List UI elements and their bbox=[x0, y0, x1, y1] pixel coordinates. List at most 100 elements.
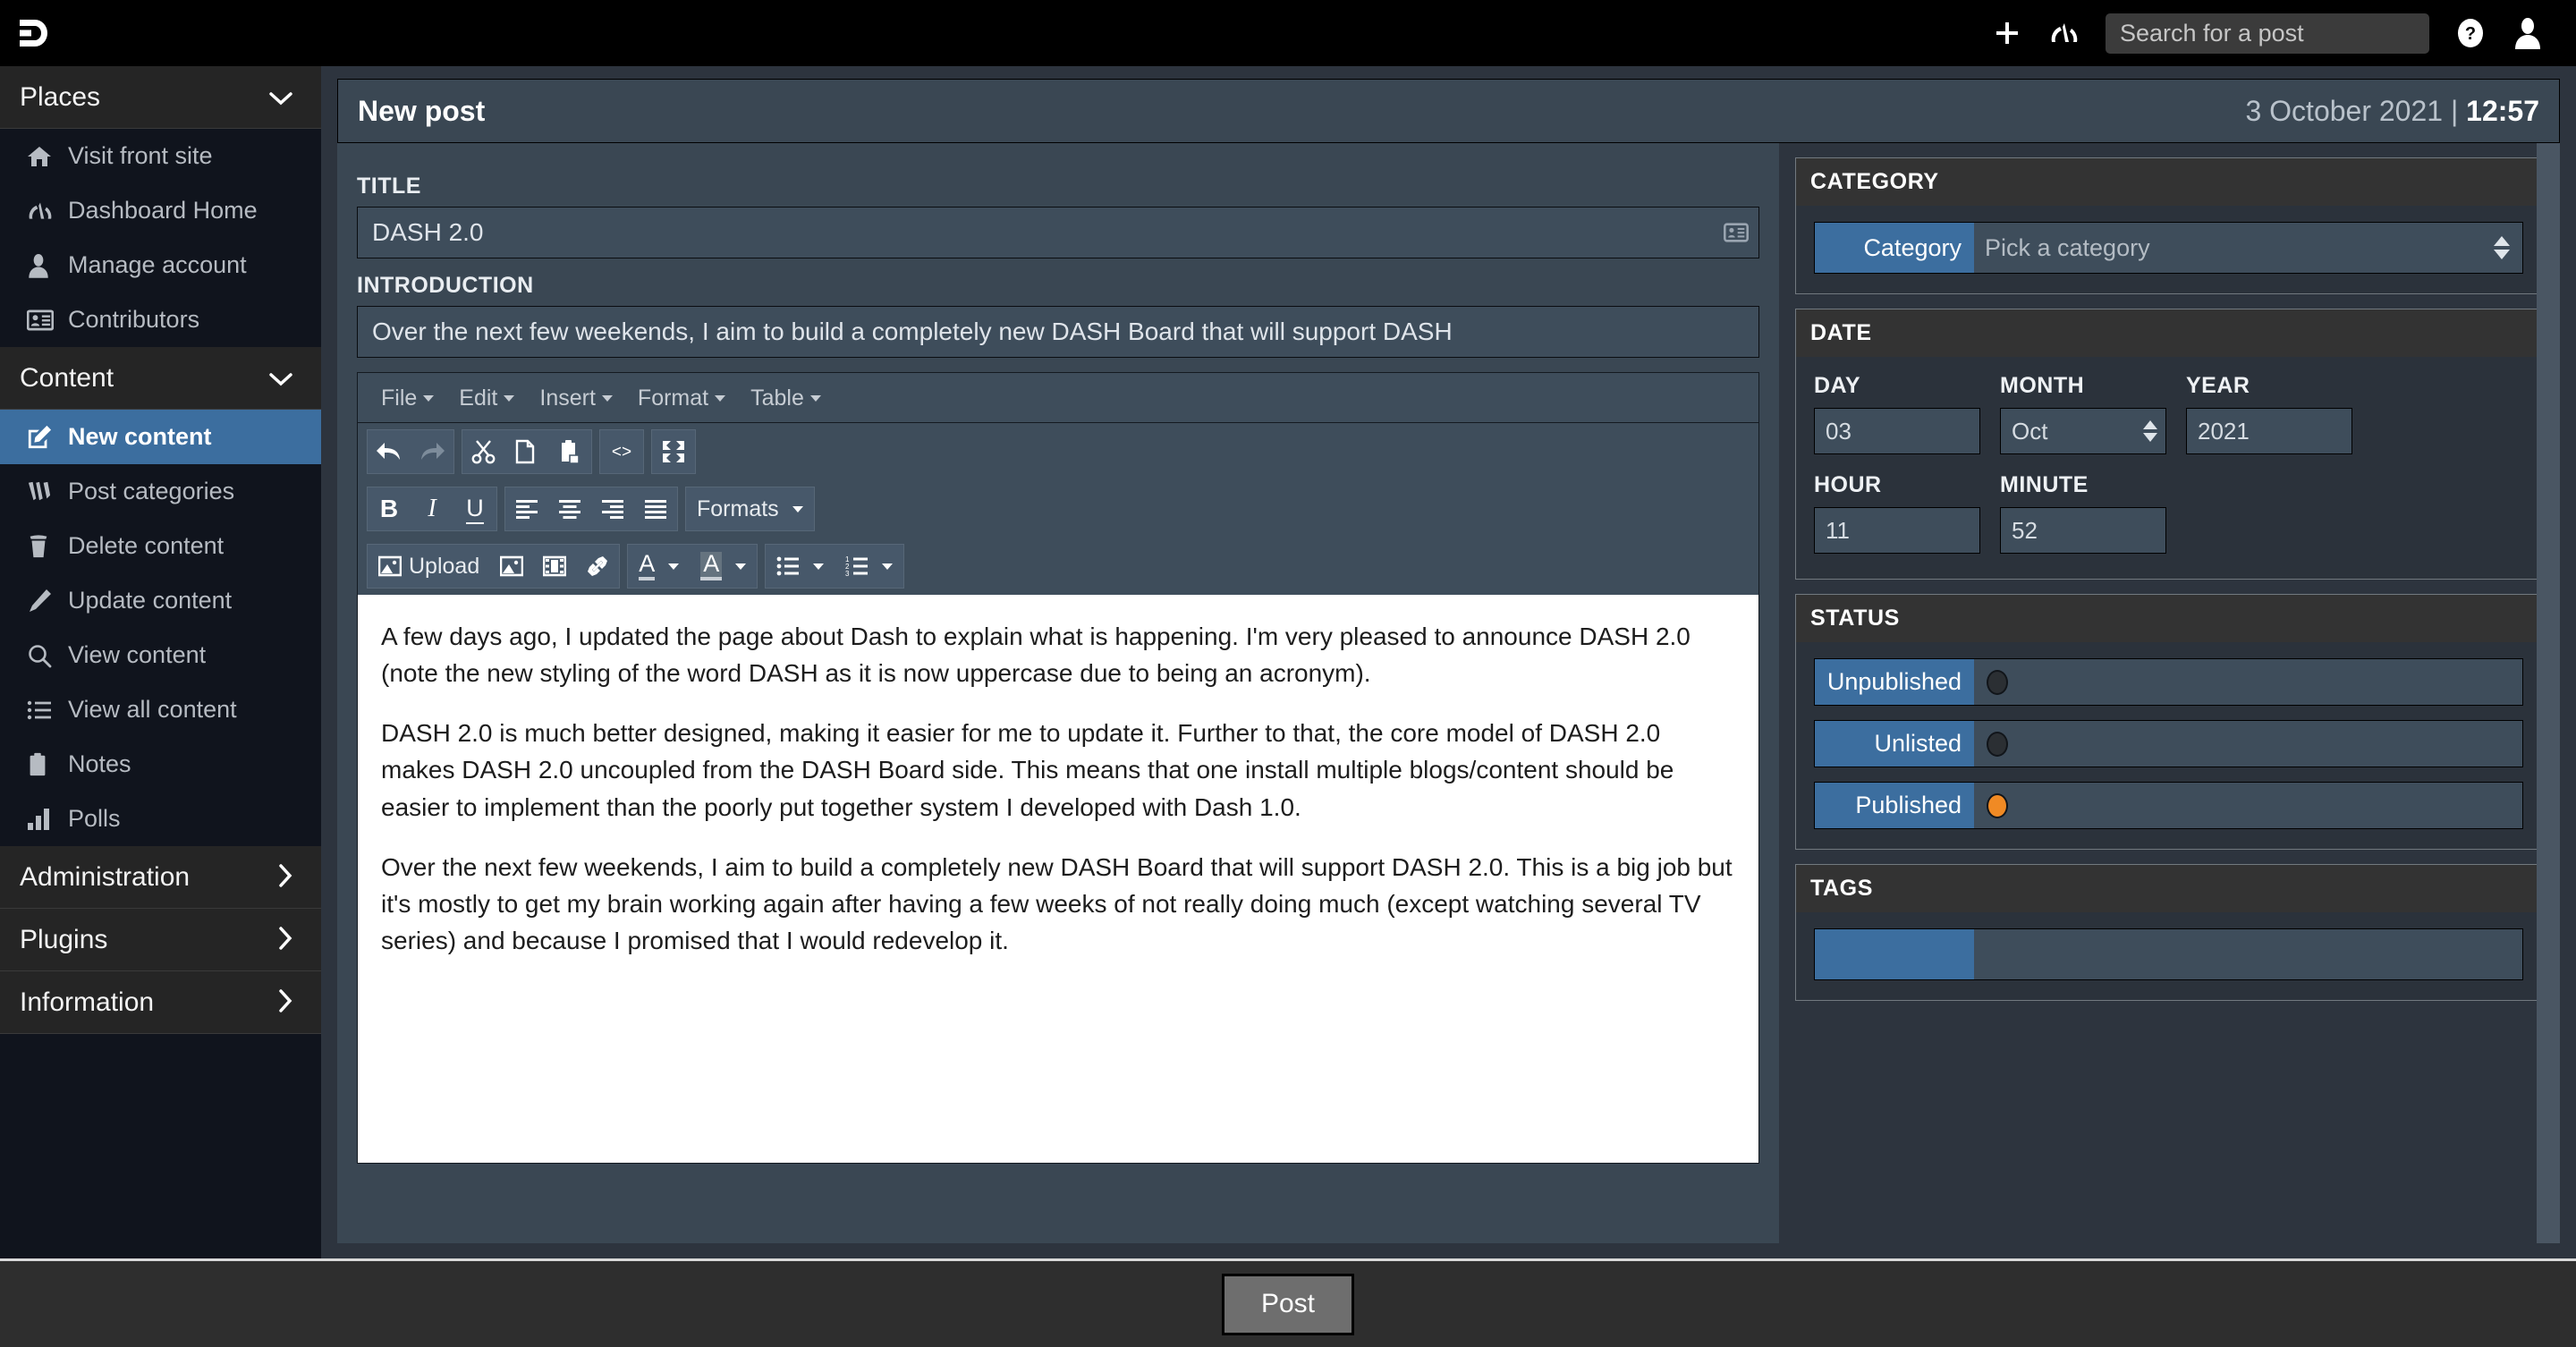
user-icon[interactable] bbox=[2499, 0, 2556, 66]
left-sidebar: Places Visit front site Dashboard Home bbox=[0, 66, 321, 1258]
sidebar-group-label: Content bbox=[20, 363, 269, 394]
sidebar-item-dashboard-home[interactable]: Dashboard Home bbox=[0, 183, 321, 238]
status-option-unpublished[interactable]: Unpublished bbox=[1814, 658, 2523, 706]
hour-input[interactable] bbox=[1814, 507, 1980, 554]
menu-file[interactable]: File bbox=[369, 373, 446, 423]
status-panel-body: Unpublished Unlisted Publi bbox=[1796, 642, 2541, 849]
history-button-group bbox=[367, 429, 454, 474]
radio-button[interactable] bbox=[1987, 670, 2008, 695]
menu-table[interactable]: Table bbox=[738, 373, 834, 423]
sidebar-item-manage-account[interactable]: Manage account bbox=[0, 238, 321, 292]
caret-down-icon bbox=[602, 395, 613, 402]
introduction-input[interactable] bbox=[357, 306, 1759, 358]
year-field: YEAR bbox=[2186, 373, 2352, 454]
category-select[interactable]: Category Pick a category bbox=[1814, 222, 2523, 274]
menu-edit[interactable]: Edit bbox=[446, 373, 527, 423]
underline-icon[interactable]: U bbox=[453, 487, 496, 530]
sidebar-group-plugins[interactable]: Plugins bbox=[0, 909, 321, 971]
undo-icon[interactable] bbox=[368, 430, 411, 473]
align-left-icon[interactable] bbox=[505, 487, 548, 530]
text-style-button-group: B I U bbox=[367, 487, 497, 531]
editor-content-body[interactable]: A few days ago, I updated the page about… bbox=[358, 595, 1758, 1163]
italic-icon[interactable]: I bbox=[411, 487, 453, 530]
background-color-icon[interactable]: A bbox=[690, 545, 757, 588]
sidebar-item-delete-content[interactable]: Delete content bbox=[0, 519, 321, 573]
hour-field: HOUR bbox=[1814, 472, 1980, 554]
align-center-icon[interactable] bbox=[548, 487, 591, 530]
redo-icon[interactable] bbox=[411, 430, 453, 473]
align-right-icon[interactable] bbox=[591, 487, 634, 530]
status-option-published[interactable]: Published bbox=[1814, 782, 2523, 829]
sidebar-item-polls[interactable]: Polls bbox=[0, 792, 321, 846]
sidebar-group-label: Administration bbox=[20, 862, 278, 893]
copy-icon[interactable] bbox=[505, 430, 548, 473]
formats-menu-button[interactable]: Formats bbox=[686, 487, 814, 530]
sidebar-group-content[interactable]: Content bbox=[0, 347, 321, 410]
caret-down-icon bbox=[810, 395, 821, 402]
title-input[interactable] bbox=[357, 207, 1759, 258]
alignment-button-group bbox=[504, 487, 678, 531]
numbered-list-icon[interactable]: 1 2 3 bbox=[835, 545, 903, 588]
sidebar-item-visit-front-site[interactable]: Visit front site bbox=[0, 129, 321, 183]
sidebar-item-update-content[interactable]: Update content bbox=[0, 573, 321, 628]
meta-scrollbar[interactable] bbox=[2537, 143, 2560, 1243]
day-input[interactable] bbox=[1814, 408, 1980, 454]
category-select-label: Category bbox=[1815, 223, 1974, 273]
tags-input-row[interactable] bbox=[1814, 928, 2523, 980]
year-input[interactable] bbox=[2186, 408, 2352, 454]
tags-input-value bbox=[1974, 929, 2522, 979]
user-icon bbox=[27, 253, 68, 278]
date-panel: DATE DAY MONTH bbox=[1795, 309, 2542, 580]
bold-icon[interactable]: B bbox=[368, 487, 411, 530]
status-radio-area bbox=[1974, 783, 2522, 828]
month-select[interactable] bbox=[2000, 408, 2166, 454]
plus-icon[interactable] bbox=[1979, 0, 2036, 66]
paste-icon[interactable] bbox=[548, 430, 591, 473]
minute-input[interactable] bbox=[2000, 507, 2166, 554]
bar-chart-icon bbox=[27, 808, 68, 831]
sidebar-group-administration[interactable]: Administration bbox=[0, 846, 321, 909]
home-icon bbox=[27, 145, 68, 168]
sidebar-group-information[interactable]: Information bbox=[0, 971, 321, 1034]
meta-scrollbar-thumb[interactable] bbox=[2537, 143, 2560, 1243]
year-label: YEAR bbox=[2186, 373, 2352, 399]
upload-button[interactable]: Upload bbox=[368, 545, 490, 588]
source-code-icon[interactable]: <> bbox=[600, 430, 643, 473]
editor-toolbar-row-3: Upload bbox=[358, 538, 1758, 595]
page-title: New post bbox=[358, 95, 485, 128]
post-button[interactable]: Post bbox=[1222, 1274, 1354, 1335]
search-input[interactable] bbox=[2106, 13, 2429, 54]
topbar-actions: ? bbox=[1979, 0, 2576, 66]
radio-button-selected[interactable] bbox=[1987, 793, 2008, 818]
menu-insert[interactable]: Insert bbox=[527, 373, 625, 423]
sidebar-item-post-categories[interactable]: Post categories bbox=[0, 464, 321, 519]
italic-label: I bbox=[428, 495, 436, 523]
sidebar-item-new-content[interactable]: New content bbox=[0, 410, 321, 464]
image-icon[interactable] bbox=[490, 545, 533, 588]
question-circle-icon[interactable]: ? bbox=[2442, 0, 2499, 66]
align-justify-icon[interactable] bbox=[634, 487, 677, 530]
id-card-icon bbox=[1724, 223, 1749, 242]
minute-field: MINUTE bbox=[2000, 472, 2166, 554]
sidebar-item-view-all-content[interactable]: View all content bbox=[0, 682, 321, 737]
fullscreen-icon[interactable] bbox=[652, 430, 695, 473]
bullet-list-icon[interactable] bbox=[766, 545, 835, 588]
speedometer-icon[interactable] bbox=[2036, 0, 2093, 66]
sidebar-item-contributors[interactable]: Contributors bbox=[0, 292, 321, 347]
bold-label: B bbox=[380, 495, 398, 523]
radio-button[interactable] bbox=[1987, 732, 2008, 757]
scissors-icon[interactable] bbox=[462, 430, 505, 473]
menu-file-label: File bbox=[381, 385, 417, 411]
text-color-icon[interactable]: A bbox=[628, 545, 690, 588]
page-date: 3 October 2021 | bbox=[2245, 95, 2466, 127]
sidebar-group-places[interactable]: Places bbox=[0, 66, 321, 129]
media-icon[interactable] bbox=[533, 545, 576, 588]
sidebar-item-view-content[interactable]: View content bbox=[0, 628, 321, 682]
menu-format[interactable]: Format bbox=[625, 373, 738, 423]
sidebar-item-notes[interactable]: Notes bbox=[0, 737, 321, 792]
status-option-unlisted[interactable]: Unlisted bbox=[1814, 720, 2523, 767]
dash-logo[interactable] bbox=[0, 0, 67, 66]
sidebar-item-label: New content bbox=[68, 423, 212, 451]
link-icon[interactable] bbox=[576, 545, 619, 588]
title-field-label: TITLE bbox=[357, 174, 1759, 199]
